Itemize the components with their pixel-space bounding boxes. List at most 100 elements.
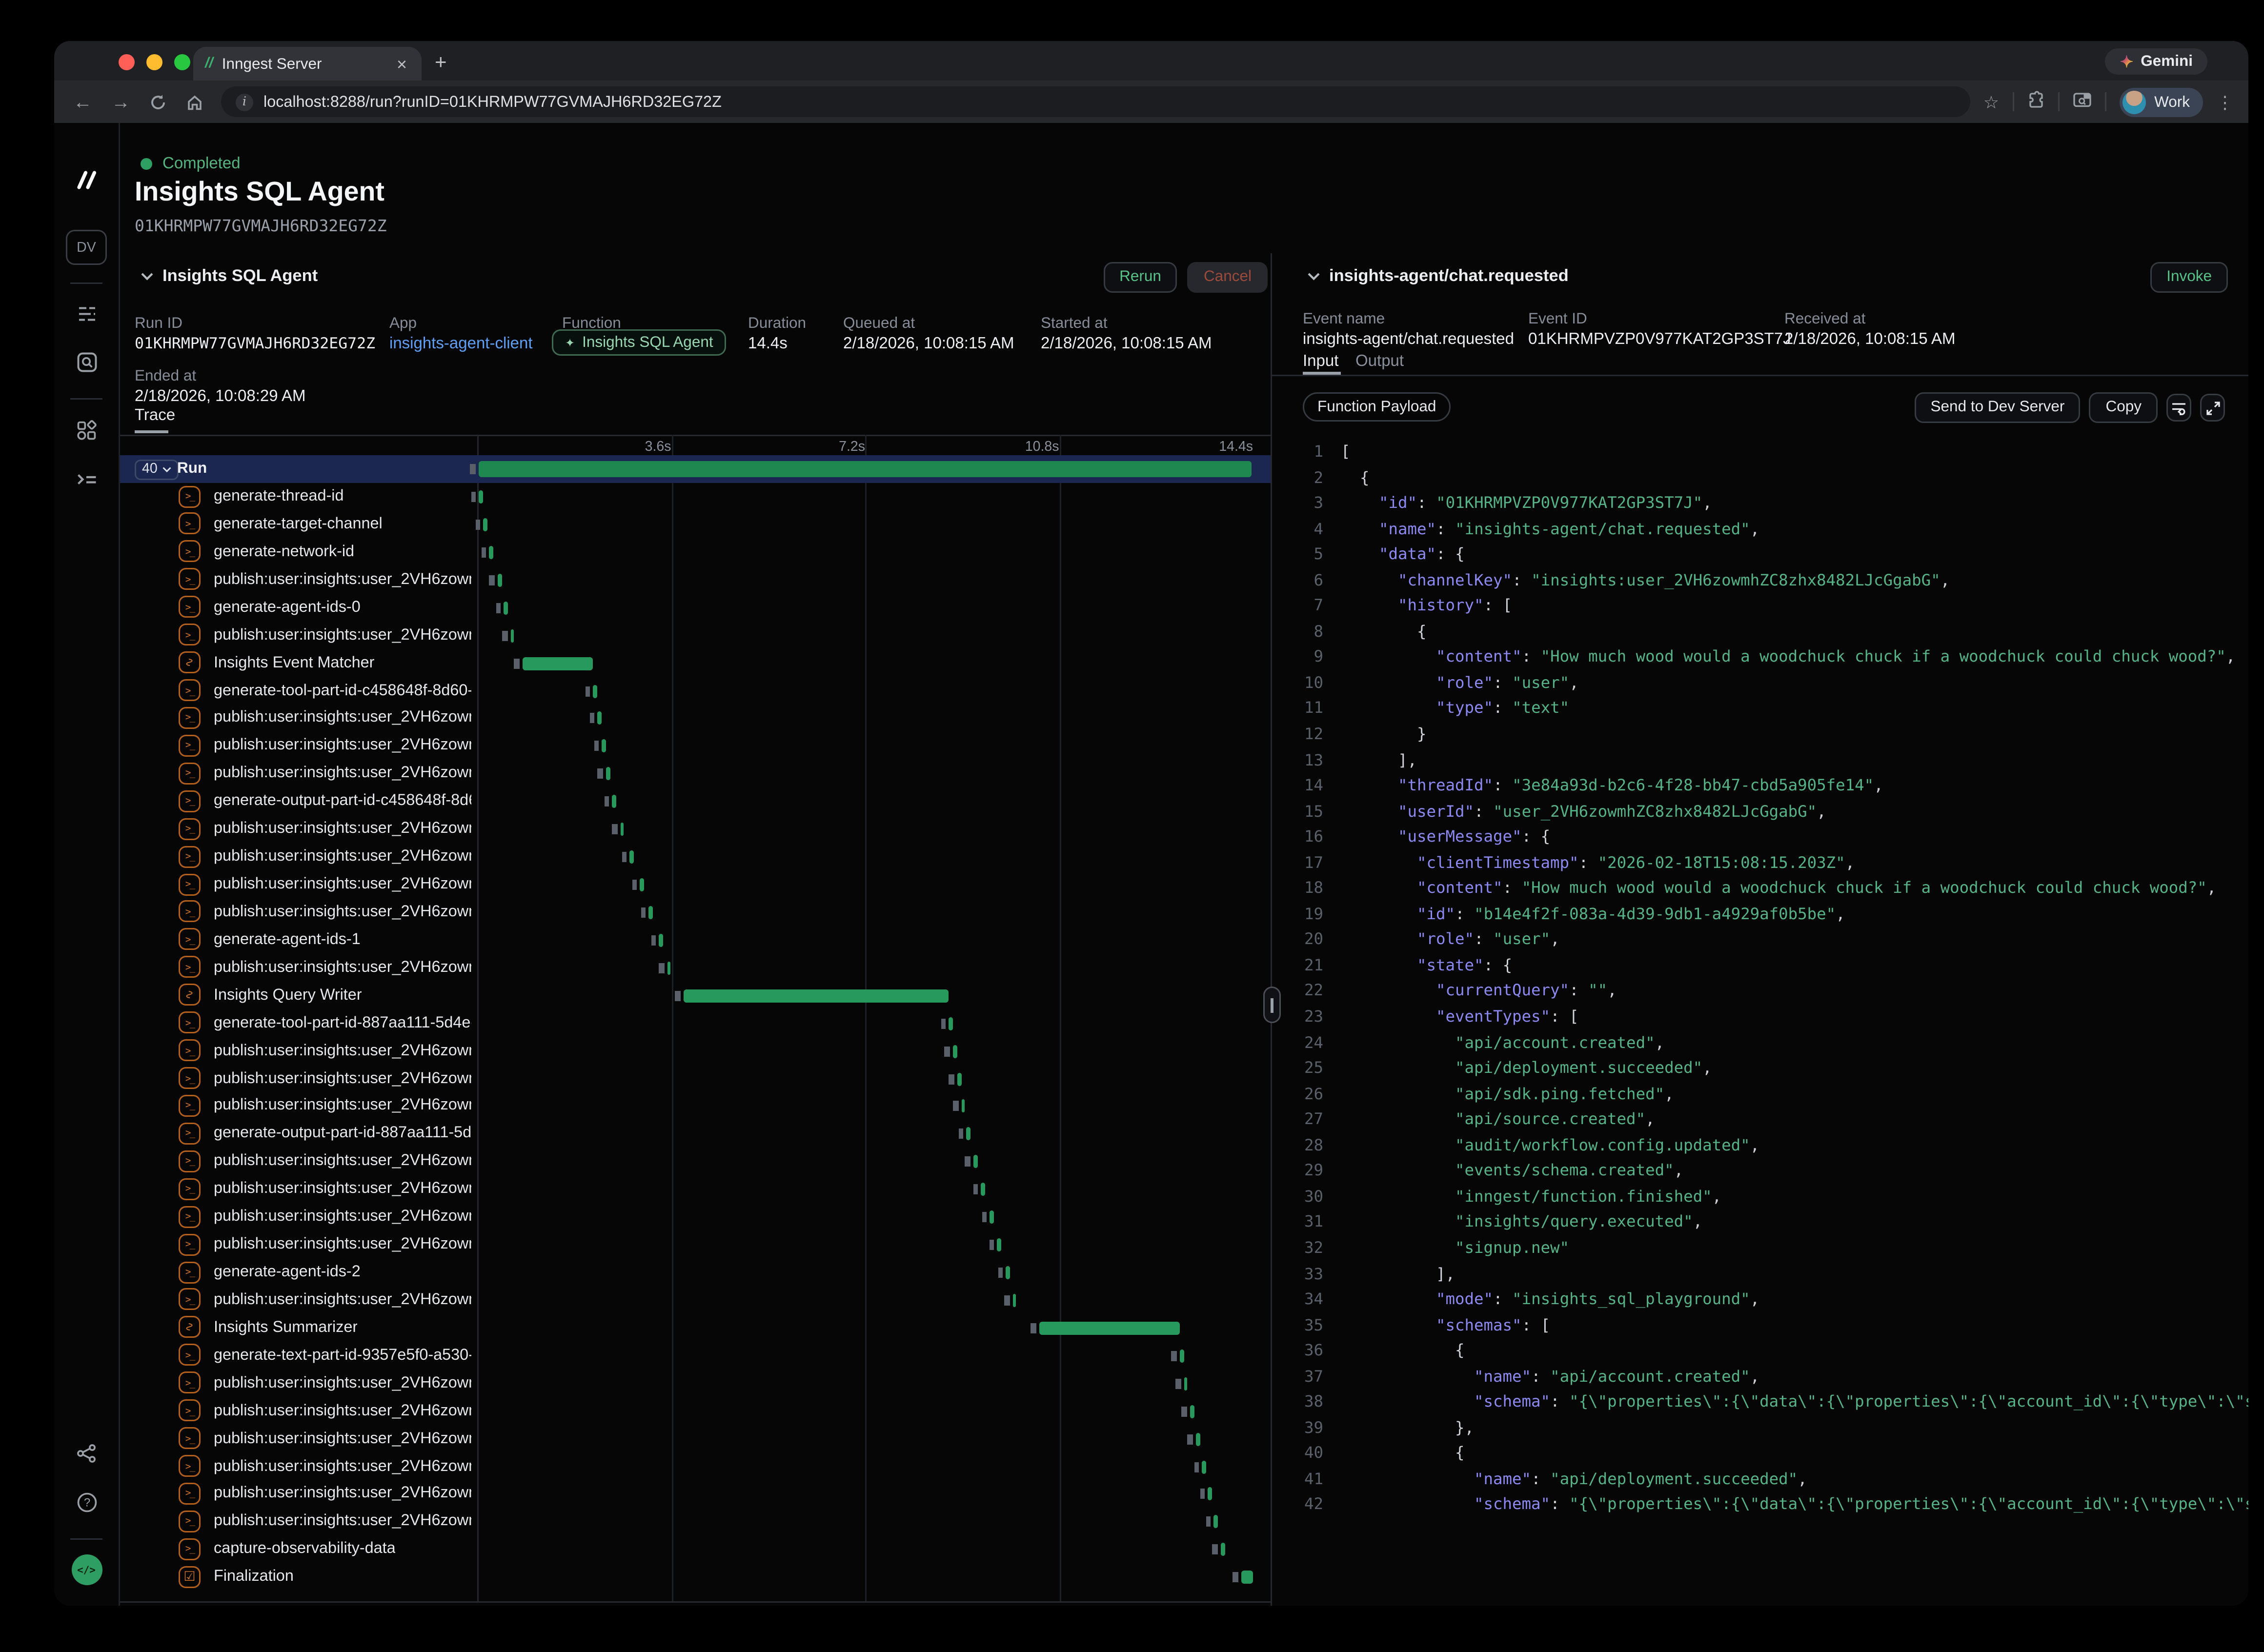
span-bar[interactable] xyxy=(659,934,663,947)
span-bar[interactable] xyxy=(1184,1377,1188,1390)
close-window-button[interactable] xyxy=(119,54,135,70)
trace-row[interactable]: >_ generate-output-part-id-887aa111-5d4.… xyxy=(120,1120,1271,1148)
trace-row[interactable]: >_ generate-thread-id xyxy=(120,483,1271,511)
trace-row[interactable]: >_ generate-agent-ids-0 xyxy=(120,594,1271,622)
copy-button[interactable]: Copy xyxy=(2089,392,2158,423)
span-bar[interactable] xyxy=(479,490,483,504)
tab-trace[interactable]: Trace xyxy=(135,407,175,424)
run-span-bar[interactable] xyxy=(479,461,1252,477)
browser-menu-icon[interactable]: ⋮ xyxy=(2216,92,2234,112)
home-icon[interactable] xyxy=(186,93,203,111)
trace-row[interactable]: >_ publish:user:insights:user_2VH6zowmh.… xyxy=(120,1204,1271,1231)
word-wrap-icon[interactable] xyxy=(2166,394,2191,422)
trace-row[interactable]: >_ publish:user:insights:user_2VH6zowmh.… xyxy=(120,1370,1271,1397)
span-bar[interactable] xyxy=(648,906,652,919)
address-bar[interactable]: i localhost:8288/run?runID=01KHRMPW77GVM… xyxy=(221,86,1970,117)
span-bar[interactable] xyxy=(612,795,616,808)
new-tab-button[interactable]: + xyxy=(435,50,447,73)
trace-row[interactable]: >_ generate-output-part-id-c458648f-8d6.… xyxy=(120,788,1271,816)
span-bar[interactable] xyxy=(957,1072,961,1086)
trace-row[interactable]: >_ publish:user:insights:user_2VH6zowmh.… xyxy=(120,1397,1271,1425)
function-pill[interactable]: ✦Insights SQL Agent xyxy=(552,329,727,356)
chevron-down-icon[interactable] xyxy=(1307,272,1320,281)
span-bar[interactable] xyxy=(1180,1349,1184,1362)
span-bar[interactable] xyxy=(483,518,487,531)
trace-row[interactable]: >_ publish:user:insights:user_2VH6zowmh.… xyxy=(120,1176,1271,1204)
trace-row[interactable]: >_ publish:user:insights:user_2VH6zowmh.… xyxy=(120,954,1271,982)
trace-row[interactable]: >_ publish:user:insights:user_2VH6zowmh.… xyxy=(120,1092,1271,1120)
trace-row[interactable]: ∿ Insights Summarizer xyxy=(120,1314,1271,1342)
span-bar[interactable] xyxy=(962,1100,966,1113)
trace-row[interactable]: >_ publish:user:insights:user_2VH6zowmh.… xyxy=(120,1425,1271,1453)
bookmark-star-icon[interactable]: ☆ xyxy=(1983,92,1999,112)
span-bar[interactable] xyxy=(967,1128,971,1141)
back-icon[interactable]: ← xyxy=(73,91,92,113)
forward-icon[interactable]: → xyxy=(111,91,130,113)
span-bar[interactable] xyxy=(997,1238,1001,1251)
window-controls[interactable] xyxy=(119,54,190,70)
rerun-button[interactable]: Rerun xyxy=(1103,262,1177,293)
span-bar[interactable] xyxy=(593,685,597,698)
browser-profile-chip[interactable]: Work xyxy=(2119,87,2203,117)
trace-row[interactable]: >_ capture-observability-data xyxy=(120,1536,1271,1564)
span-bar[interactable] xyxy=(990,1211,993,1224)
site-info-icon[interactable]: i xyxy=(236,93,253,111)
tab-output[interactable]: Output xyxy=(1355,353,1404,370)
trace-row[interactable]: >_ publish:user:insights:user_2VH6zowmh.… xyxy=(120,1287,1271,1314)
trace-row[interactable]: >_ generate-agent-ids-2 xyxy=(120,1259,1271,1287)
gemini-button[interactable]: ✦ Gemini xyxy=(2105,48,2207,75)
send-to-dev-server-button[interactable]: Send to Dev Server xyxy=(1915,392,2081,423)
trace-row[interactable]: >_ publish:user:insights:user_2VH6zowmh.… xyxy=(120,1508,1271,1536)
trace-row[interactable]: ∿ Insights Event Matcher xyxy=(120,649,1271,677)
search-doc-icon[interactable] xyxy=(76,351,98,381)
span-bar[interactable] xyxy=(510,629,514,642)
side-panel-search-icon[interactable] xyxy=(2072,91,2091,113)
trace-row[interactable]: ☑ Finalization xyxy=(120,1564,1271,1592)
trace-row[interactable]: >_ publish:user:insights:user_2VH6zowmh.… xyxy=(120,622,1271,649)
trace-row[interactable]: >_ generate-tool-part-id-c458648f-8d60-.… xyxy=(120,677,1271,705)
runs-list-icon[interactable] xyxy=(76,304,98,331)
span-bar[interactable] xyxy=(953,1045,957,1058)
minimize-window-button[interactable] xyxy=(146,54,162,70)
span-bar[interactable] xyxy=(523,657,593,670)
span-bar[interactable] xyxy=(602,740,606,753)
payload-json-editor[interactable]: 1[2 {3 "id": "01KHRMPVZP0V977KAT2GP3ST7J… xyxy=(1272,439,2248,1606)
trace-row[interactable]: >_ publish:user:insights:user_2VH6zowmh.… xyxy=(120,1065,1271,1093)
payload-type-pill[interactable]: Function Payload xyxy=(1303,392,1451,422)
event-section-header[interactable]: insights-agent/chat.requested xyxy=(1307,268,1569,285)
trace-row[interactable]: >_ generate-network-id xyxy=(120,539,1271,566)
span-bar[interactable] xyxy=(1039,1322,1180,1335)
span-bar[interactable] xyxy=(1006,1266,1010,1279)
tab-close-icon[interactable]: × xyxy=(394,54,410,74)
span-bar[interactable] xyxy=(1196,1432,1200,1446)
span-bar[interactable] xyxy=(1213,1515,1217,1529)
span-bar[interactable] xyxy=(1190,1405,1194,1418)
zoom-window-button[interactable] xyxy=(174,54,190,70)
trace-row[interactable]: >_ publish:user:insights:user_2VH6zowmh.… xyxy=(120,705,1271,732)
span-bar[interactable] xyxy=(667,961,671,974)
span-bar[interactable] xyxy=(1221,1543,1225,1556)
invoke-button[interactable]: Invoke xyxy=(2150,262,2228,293)
trace-row[interactable]: >_ publish:user:insights:user_2VH6zowmh.… xyxy=(120,760,1271,788)
span-bar[interactable] xyxy=(597,712,601,725)
expand-icon[interactable] xyxy=(2200,394,2225,422)
trace-row[interactable]: >_ publish:user:insights:user_2VH6zowmh.… xyxy=(120,843,1271,871)
extensions-icon[interactable] xyxy=(2027,91,2044,113)
env-badge[interactable]: DV xyxy=(66,230,107,265)
terminal-list-icon[interactable] xyxy=(76,470,98,496)
span-bar[interactable] xyxy=(981,1183,985,1196)
apps-icon[interactable] xyxy=(76,420,98,449)
share-icon[interactable] xyxy=(76,1443,97,1471)
trace-run-row[interactable]: 40 Run xyxy=(120,455,1271,483)
trace-row[interactable]: >_ publish:user:insights:user_2VH6zowmh.… xyxy=(120,1453,1271,1481)
span-bar[interactable] xyxy=(1013,1294,1017,1307)
run-meta-1-value[interactable]: insights-agent-client xyxy=(389,335,533,353)
span-bar[interactable] xyxy=(498,573,502,586)
run-children-count[interactable]: 40 xyxy=(135,459,178,480)
inngest-logo-icon[interactable] xyxy=(70,167,102,201)
url-text[interactable]: localhost:8288/run?runID=01KHRMPW77GVMAJ… xyxy=(263,93,722,111)
chevron-down-icon[interactable] xyxy=(141,272,154,281)
reload-icon[interactable] xyxy=(149,93,167,111)
trace-row[interactable]: >_ publish:user:insights:user_2VH6zowmh.… xyxy=(120,566,1271,594)
trace-row[interactable]: ∿ Insights Query Writer xyxy=(120,982,1271,1009)
